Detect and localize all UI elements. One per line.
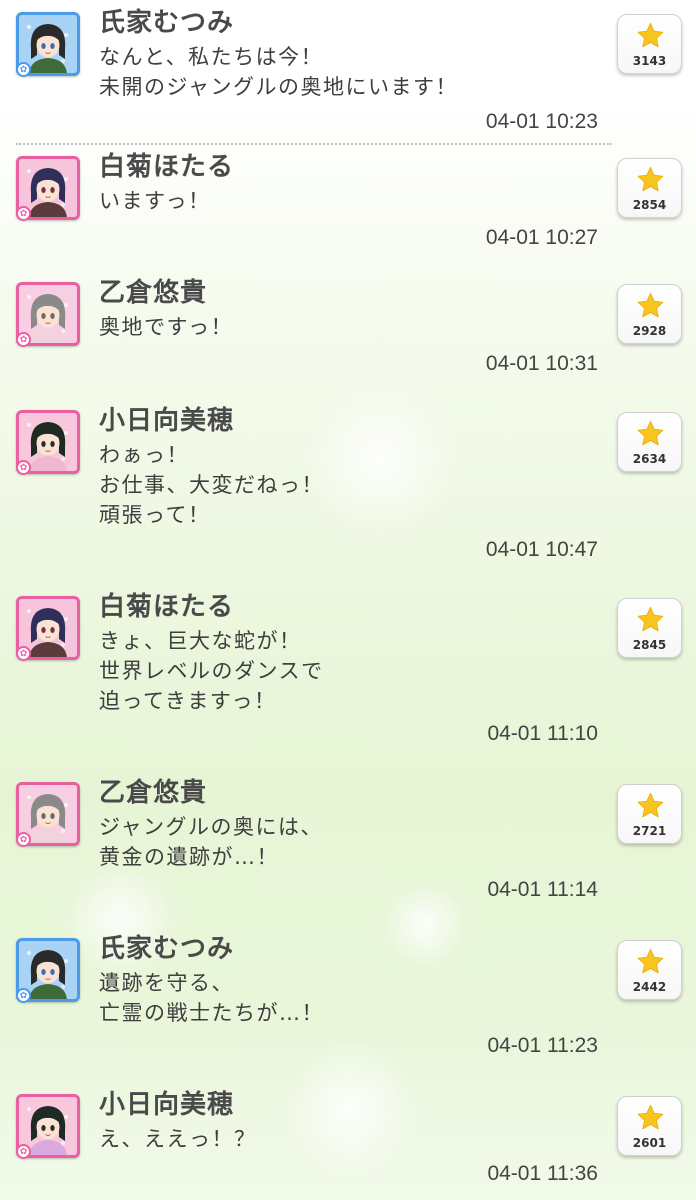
- cute-type-icon: ✿: [16, 1144, 31, 1159]
- post-text-line: わぁっ！: [99, 443, 189, 467]
- star-button[interactable]: 3143: [617, 14, 682, 74]
- star-button[interactable]: 2928: [617, 284, 682, 344]
- cool-type-icon: ✿: [16, 988, 31, 1003]
- cool-type-icon: ✿: [16, 62, 31, 77]
- post-text-line: お仕事、大変だねっ！: [99, 473, 324, 497]
- post-text: わぁっ！ お仕事、大変だねっ！ 頑張って！: [99, 440, 324, 530]
- post-text: なんと、私たちは今！ 未開のジャングルの奥地にいます！: [99, 42, 458, 102]
- star-icon: [637, 22, 664, 48]
- post-timestamp: 04-01 11:14: [487, 878, 598, 901]
- star-button[interactable]: 2845: [617, 598, 682, 658]
- poster-name[interactable]: 白菊ほたる: [99, 590, 234, 624]
- post-text-line: 頑張って！: [99, 503, 211, 527]
- message-feed: ✿ 氏家むつみ なんと、私たちは今！ 未開のジャングルの奥地にいます！ 04-0…: [0, 0, 696, 1200]
- poster-name[interactable]: 氏家むつみ: [99, 932, 234, 966]
- star-button[interactable]: 2634: [617, 412, 682, 472]
- post-text: 遺跡を守る、 亡霊の戦士たちが…！: [99, 968, 324, 1028]
- post: ✿ 小日向美穂 わぁっ！ お仕事、大変だねっ！ 頑張って！ 04-01 10:4…: [0, 398, 696, 582]
- post: ✿ 小日向美穂 え、ええっ！？ 04-01 11:36 2601: [0, 1082, 696, 1200]
- post-text: ジャングルの奥には、 黄金の遺跡が…！: [99, 812, 323, 872]
- poster-name[interactable]: 小日向美穂: [99, 404, 234, 438]
- star-count: 2601: [632, 1136, 667, 1150]
- star-icon: [637, 1104, 664, 1130]
- post: ✿ 氏家むつみ なんと、私たちは今！ 未開のジャングルの奥地にいます！ 04-0…: [0, 0, 696, 143]
- cute-type-icon: ✿: [16, 460, 31, 475]
- post: ✿ 白菊ほたる いますっ！ 04-01 10:27 2854: [0, 144, 696, 272]
- post-text: え、ええっ！？: [99, 1124, 257, 1154]
- post: ✿ 乙倉悠貴 ジャングルの奥には、 黄金の遺跡が…！ 04-01 11:14 2…: [0, 770, 696, 926]
- star-count: 3143: [632, 54, 667, 68]
- post-text: 奥地ですっ！: [99, 312, 233, 342]
- post-text: いますっ！: [99, 186, 211, 216]
- post-timestamp: 04-01 10:23: [485, 110, 598, 133]
- star-icon: [637, 792, 664, 818]
- post-text-line: 亡霊の戦士たちが…！: [99, 1001, 324, 1025]
- post-timestamp: 04-01 10:47: [485, 538, 598, 561]
- star-count: 2721: [632, 824, 667, 838]
- star-button[interactable]: 2442: [617, 940, 682, 1000]
- post: ✿ 白菊ほたる きょ、巨大な蛇が！ 世界レベルのダンスで 迫ってきますっ！ 04…: [0, 584, 696, 770]
- post-text-line: 迫ってきますっ！: [99, 689, 277, 713]
- star-button[interactable]: 2854: [617, 158, 682, 218]
- star-count: 2854: [632, 198, 667, 212]
- star-count: 2845: [632, 638, 667, 652]
- post-text-line: え、ええっ！？: [99, 1127, 257, 1151]
- cute-type-icon: ✿: [16, 332, 31, 347]
- post-text: きょ、巨大な蛇が！ 世界レベルのダンスで 迫ってきますっ！: [99, 626, 324, 716]
- poster-name[interactable]: 乙倉悠貴: [99, 776, 207, 810]
- star-icon: [637, 420, 664, 446]
- post-timestamp: 04-01 11:23: [487, 1034, 598, 1057]
- poster-name[interactable]: 小日向美穂: [99, 1088, 234, 1122]
- star-icon: [637, 166, 664, 192]
- post-text-line: 未開のジャングルの奥地にいます！: [99, 75, 458, 99]
- post-timestamp: 04-01 11:36: [487, 1162, 598, 1185]
- post-text-line: 世界レベルのダンスで: [99, 659, 324, 683]
- post-text-line: 黄金の遺跡が…！: [99, 845, 279, 869]
- post-timestamp: 04-01 11:10: [487, 722, 598, 745]
- post-text-line: いますっ！: [99, 189, 211, 213]
- star-count: 2634: [632, 452, 667, 466]
- poster-name[interactable]: 氏家むつみ: [99, 6, 234, 40]
- post-text-line: ジャングルの奥には、: [99, 815, 323, 839]
- post-text-line: 遺跡を守る、: [99, 971, 234, 995]
- cute-type-icon: ✿: [16, 646, 31, 661]
- star-count: 2928: [632, 324, 667, 338]
- star-icon: [637, 948, 664, 974]
- star-icon: [637, 606, 664, 632]
- poster-name[interactable]: 乙倉悠貴: [99, 276, 207, 310]
- cute-type-icon: ✿: [16, 832, 31, 847]
- star-count: 2442: [632, 980, 667, 994]
- post-text-line: きょ、巨大な蛇が！: [99, 629, 302, 653]
- star-icon: [637, 292, 664, 318]
- cute-type-icon: ✿: [16, 206, 31, 221]
- star-button[interactable]: 2721: [617, 784, 682, 844]
- post-timestamp: 04-01 10:27: [485, 226, 598, 249]
- post-text-line: なんと、私たちは今！: [99, 45, 324, 69]
- post: ✿ 乙倉悠貴 奥地ですっ！ 04-01 10:31 2928: [0, 270, 696, 398]
- post-text-line: 奥地ですっ！: [99, 315, 234, 339]
- poster-name[interactable]: 白菊ほたる: [99, 150, 234, 184]
- post-timestamp: 04-01 10:31: [485, 352, 598, 375]
- star-button[interactable]: 2601: [617, 1096, 682, 1156]
- post: ✿ 氏家むつみ 遺跡を守る、 亡霊の戦士たちが…！ 04-01 11:23 24…: [0, 926, 696, 1084]
